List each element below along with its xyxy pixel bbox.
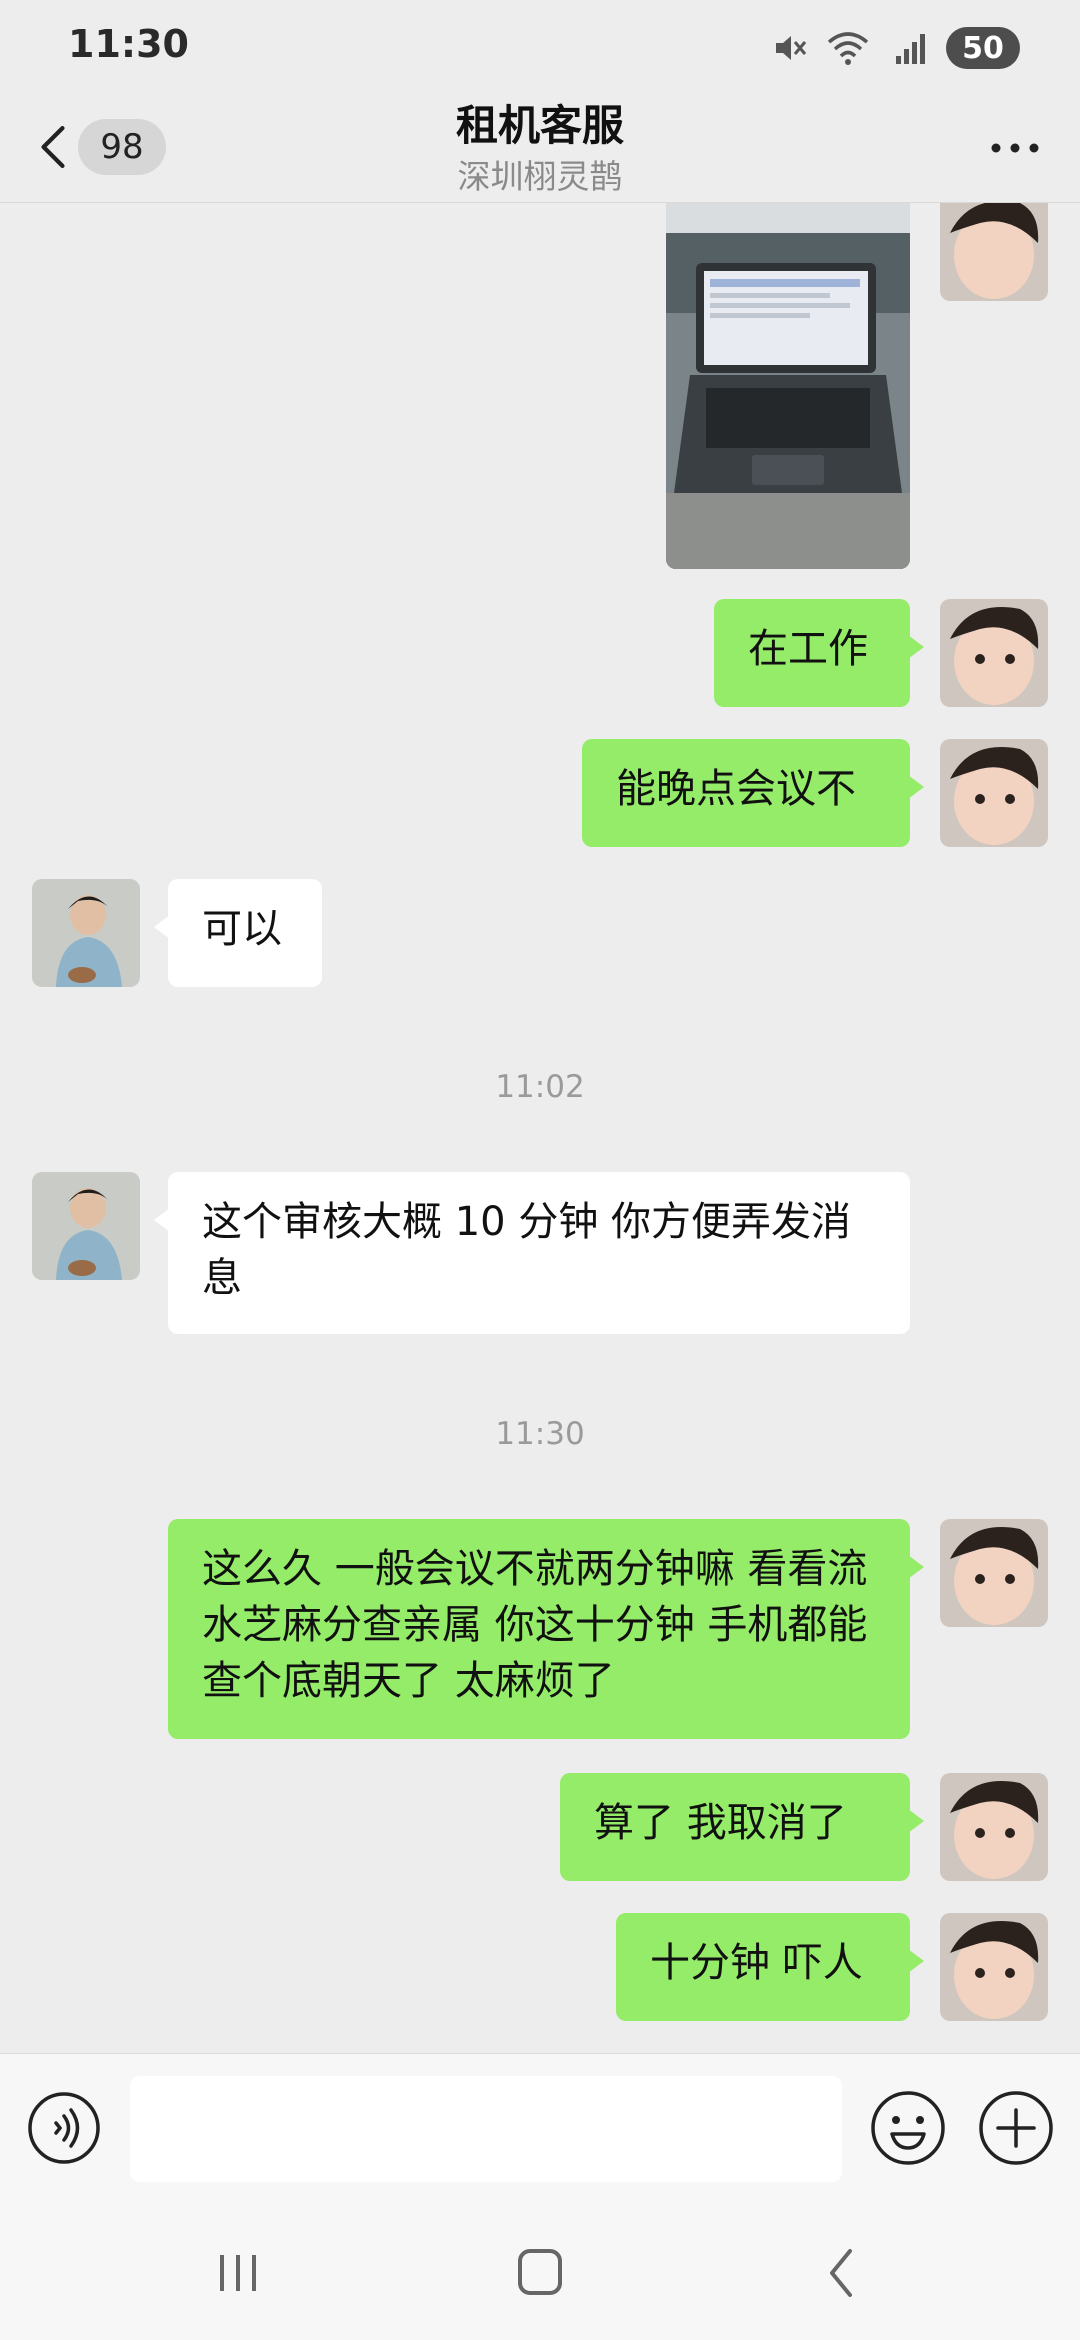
message-text: 在工作 <box>748 626 868 672</box>
message-bubble[interactable]: 这个审核大概 10 分钟 你方便弄发消息 <box>154 1172 910 1334</box>
recent-apps-button[interactable] <box>198 2243 278 2303</box>
nav-back-button[interactable] <box>802 2243 882 2303</box>
my-avatar[interactable] <box>940 203 1048 301</box>
message-text: 算了 我取消了 <box>594 1800 847 1846</box>
my-avatar[interactable] <box>940 739 1048 847</box>
chat-title: 租机客服 <box>455 101 624 150</box>
baby-avatar-image <box>940 1913 1048 2021</box>
message-input[interactable] <box>130 2076 842 2182</box>
contact-avatar[interactable] <box>32 879 140 987</box>
contact-avatar[interactable] <box>32 1172 140 1280</box>
plus-icon <box>979 2091 1053 2165</box>
message-list[interactable]: 在工作 能晚点会议不 可以 11:02 这个审核大概 10 分钟 你方便弄发消息… <box>0 203 1080 2053</box>
recent-apps-icon <box>220 2255 256 2291</box>
message-timestamp: 11:30 <box>495 1416 585 1452</box>
emoji-icon <box>871 2091 945 2165</box>
my-avatar[interactable] <box>940 1519 1048 1627</box>
my-avatar[interactable] <box>940 1773 1048 1881</box>
message-text: 能晚点会议不 <box>616 766 856 812</box>
person-avatar-image <box>32 1172 140 1280</box>
my-avatar[interactable] <box>940 599 1048 707</box>
plus-button[interactable] <box>976 2088 1056 2168</box>
signal-4g-icon <box>896 34 925 64</box>
baby-avatar-image <box>940 203 1048 301</box>
status-icons: 50 <box>772 26 1020 70</box>
wifi-icon <box>827 32 869 65</box>
back-icon <box>830 2249 852 2297</box>
chat-header: 98 租机客服 深圳栩灵鹊 <box>0 92 1080 203</box>
message-bubble[interactable]: 能晚点会议不 <box>582 739 924 847</box>
system-nav-bar <box>0 2203 1080 2340</box>
status-time: 11:30 <box>68 22 189 66</box>
battery-icon: 50 <box>946 27 1020 69</box>
more-dots-icon <box>991 143 1039 153</box>
mute-icon <box>776 36 807 60</box>
baby-avatar-image <box>940 1773 1048 1881</box>
voice-icon <box>28 2092 100 2164</box>
message-bubble[interactable]: 这么久 一般会议不就两分钟嘛 看看流水芝麻分查亲属 你这十分钟 手机都能查个底朝… <box>168 1519 924 1739</box>
more-button[interactable] <box>980 118 1050 178</box>
my-avatar[interactable] <box>940 1913 1048 2021</box>
status-bar: 11:30 50 <box>0 0 1080 92</box>
message-text: 十分钟 吓人 <box>650 1940 863 1986</box>
laptop-photo-message[interactable] <box>666 203 910 569</box>
message-bubble[interactable]: 十分钟 吓人 <box>616 1913 924 2021</box>
emoji-button[interactable] <box>868 2088 948 2168</box>
voice-button[interactable] <box>26 2090 102 2166</box>
battery-level: 50 <box>962 30 1004 66</box>
message-text: 这么久 一般会议不就两分钟嘛 看看流水芝麻分查亲属 你这十分钟 手机都能查个底朝… <box>202 1546 868 1704</box>
baby-avatar-image <box>940 599 1048 707</box>
baby-avatar-image <box>940 739 1048 847</box>
laptop-photo <box>666 203 910 569</box>
chat-subtitle: 深圳栩灵鹊 <box>457 157 623 196</box>
home-icon <box>518 2249 562 2295</box>
baby-avatar-image <box>940 1519 1048 1627</box>
message-bubble[interactable]: 在工作 <box>714 599 924 707</box>
message-text: 可以 <box>202 906 282 952</box>
message-bubble[interactable]: 算了 我取消了 <box>560 1773 924 1881</box>
home-button[interactable] <box>500 2243 580 2303</box>
message-text: 这个审核大概 10 分钟 你方便弄发消息 <box>202 1199 852 1301</box>
message-bubble[interactable]: 可以 <box>154 879 322 987</box>
person-avatar-image <box>32 879 140 987</box>
input-bar <box>0 2053 1080 2204</box>
message-timestamp: 11:02 <box>495 1069 585 1105</box>
chat-screen: 11:30 50 98 租机客服 深圳栩灵鹊 在工作 能晚点会议不 可以 11:… <box>0 0 1080 2340</box>
